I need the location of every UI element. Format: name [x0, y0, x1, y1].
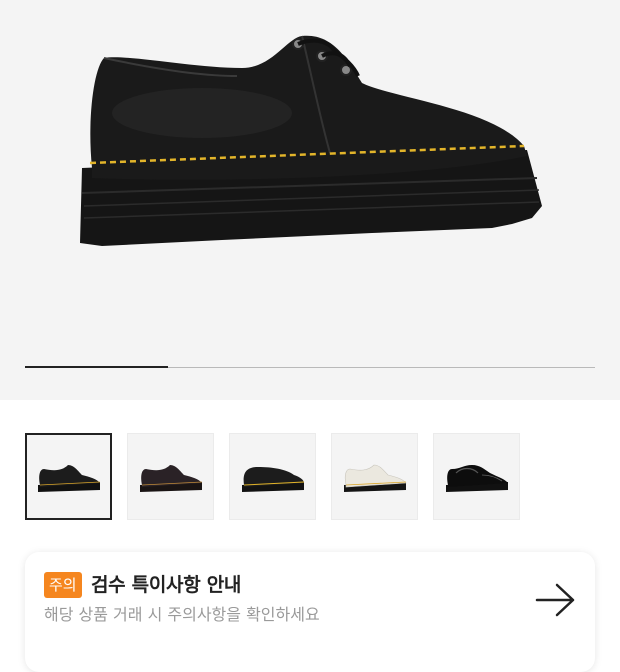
black-shoe-yellow-stitch-thumbnail-icon [241, 466, 304, 492]
thumbnail-4[interactable] [331, 433, 418, 520]
caution-badge: 주의 [44, 572, 82, 598]
gallery-progress-bar [25, 366, 595, 368]
notice-subtitle: 해당 상품 거래 시 주의사항을 확인하세요 [44, 605, 320, 624]
dark-burgundy-shoe-thumbnail-icon [139, 464, 202, 492]
product-image-gallery[interactable] [0, 0, 620, 400]
thumbnail-2[interactable] [127, 433, 214, 520]
notice-title: 검수 특이사항 안내 [91, 574, 242, 596]
product-shoe-image [80, 35, 542, 246]
thumbnail-5[interactable] [433, 433, 520, 520]
inspection-notice-card[interactable]: 주의 검수 특이사항 안내 해당 상품 거래 시 주의사항을 확인하세요 [25, 552, 595, 672]
thumbnail-1[interactable] [25, 433, 112, 520]
white-shoe-thumbnail-icon [343, 464, 407, 492]
black-shoe-thumbnail-icon [37, 464, 100, 492]
gallery-progress-indicator [25, 366, 168, 368]
arrow-right-icon[interactable] [535, 582, 577, 618]
thumbnail-3[interactable] [229, 433, 316, 520]
black-patent-shoe-thumbnail-icon [445, 464, 508, 492]
